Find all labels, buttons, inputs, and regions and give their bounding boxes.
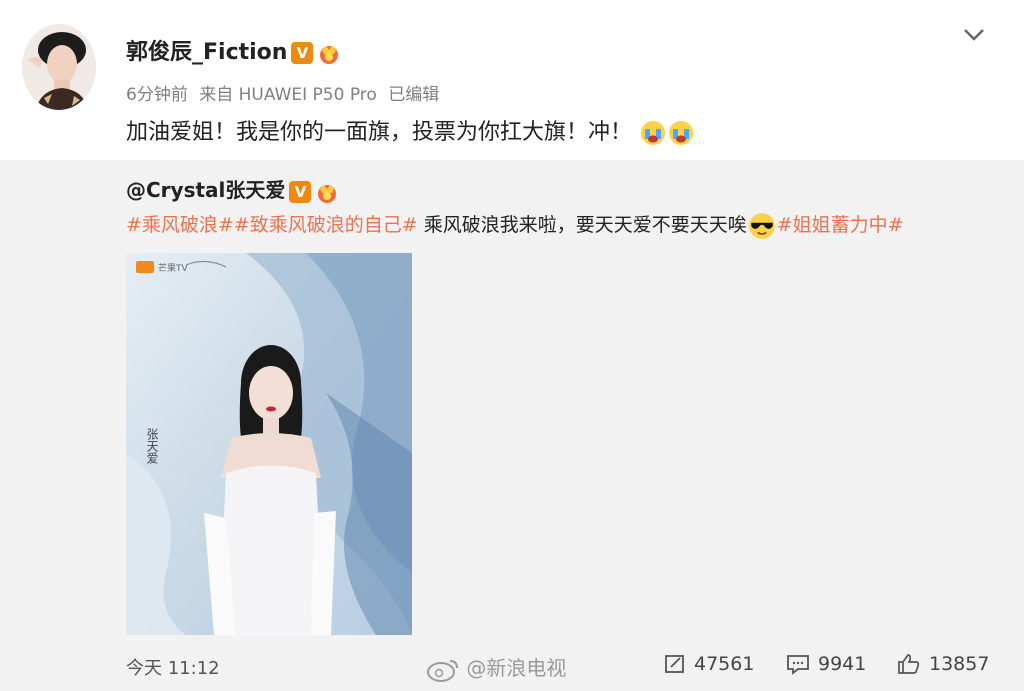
- comment-count: 9941: [818, 653, 867, 675]
- sunglasses-emoji-icon: [748, 212, 775, 239]
- verified-v-icon: V: [289, 180, 312, 203]
- comment-icon: [787, 655, 809, 675]
- post-footer: 今天 11:12 @新浪电视 47561 9941 13857: [0, 646, 1024, 691]
- chevron-down-icon[interactable]: [960, 20, 988, 48]
- repost-button[interactable]: 47561: [664, 653, 754, 675]
- like-button[interactable]: 13857: [897, 653, 989, 675]
- repost-time[interactable]: 今天 11:12: [126, 654, 220, 680]
- repost-text: #乘风破浪##致乘风破浪的自己# 乘风破浪我来啦，要天天爱不要天天唉 #姐姐蓄力中…: [126, 210, 904, 241]
- poster-logo: 芒果TV: [158, 262, 188, 274]
- hashtag-link[interactable]: #致乘风破浪的自己#: [234, 214, 418, 236]
- repost-body: 乘风破浪我来啦，要天天爱不要天天唉: [417, 214, 747, 236]
- author-name[interactable]: 郭俊辰_Fiction: [126, 40, 287, 65]
- crying-emoji-icon: [669, 121, 694, 145]
- repost-count: 47561: [694, 653, 755, 675]
- poster-name: 张天爱: [145, 428, 159, 464]
- post-time[interactable]: 6分钟前: [126, 85, 188, 105]
- post-text: 加油爱姐！我是你的一面旗，投票为你扛大旗！冲！: [126, 120, 633, 145]
- watermark: @新浪电视: [426, 652, 566, 682]
- post-content: 加油爱姐！我是你的一面旗，投票为你扛大旗！冲！: [126, 114, 695, 147]
- repost-author-name[interactable]: @Crystal张天爱: [126, 178, 285, 202]
- verified-v-icon: V: [291, 42, 314, 64]
- watermark-text: @新浪电视: [466, 656, 567, 680]
- crown-badge-icon: [320, 46, 339, 64]
- post-author[interactable]: 郭俊辰_Fiction V: [126, 34, 341, 66]
- weibo-logo-icon: [427, 659, 458, 682]
- like-count: 13857: [929, 653, 990, 675]
- repost-author[interactable]: @Crystal张天爱 V: [126, 174, 339, 203]
- post-source: 来自 HUAWEI P50 Pro: [199, 85, 377, 105]
- repost-icon: [665, 655, 684, 673]
- like-icon: [898, 654, 920, 674]
- hashtag-link[interactable]: #姐姐蓄力中#: [777, 214, 904, 236]
- hashtag-link[interactable]: #乘风破浪#: [126, 214, 234, 236]
- edited-label[interactable]: 已编辑: [388, 85, 439, 105]
- avatar[interactable]: [22, 24, 96, 110]
- post-meta: 6分钟前 来自 HUAWEI P50 Pro 已编辑: [126, 80, 445, 105]
- repost-card[interactable]: @Crystal张天爱 V #乘风破浪##致乘风破浪的自己# 乘风破浪我来啦，要天…: [0, 160, 1024, 646]
- poster-image[interactable]: 芒果TV 张天爱: [126, 253, 412, 635]
- crown-badge-icon: [318, 184, 337, 203]
- weibo-post: 郭俊辰_Fiction V 6分钟前 来自 HUAWEI P50 Pro 已编辑 …: [0, 0, 1024, 160]
- comment-button[interactable]: 9941: [786, 653, 866, 675]
- crying-emoji-icon: [641, 121, 666, 145]
